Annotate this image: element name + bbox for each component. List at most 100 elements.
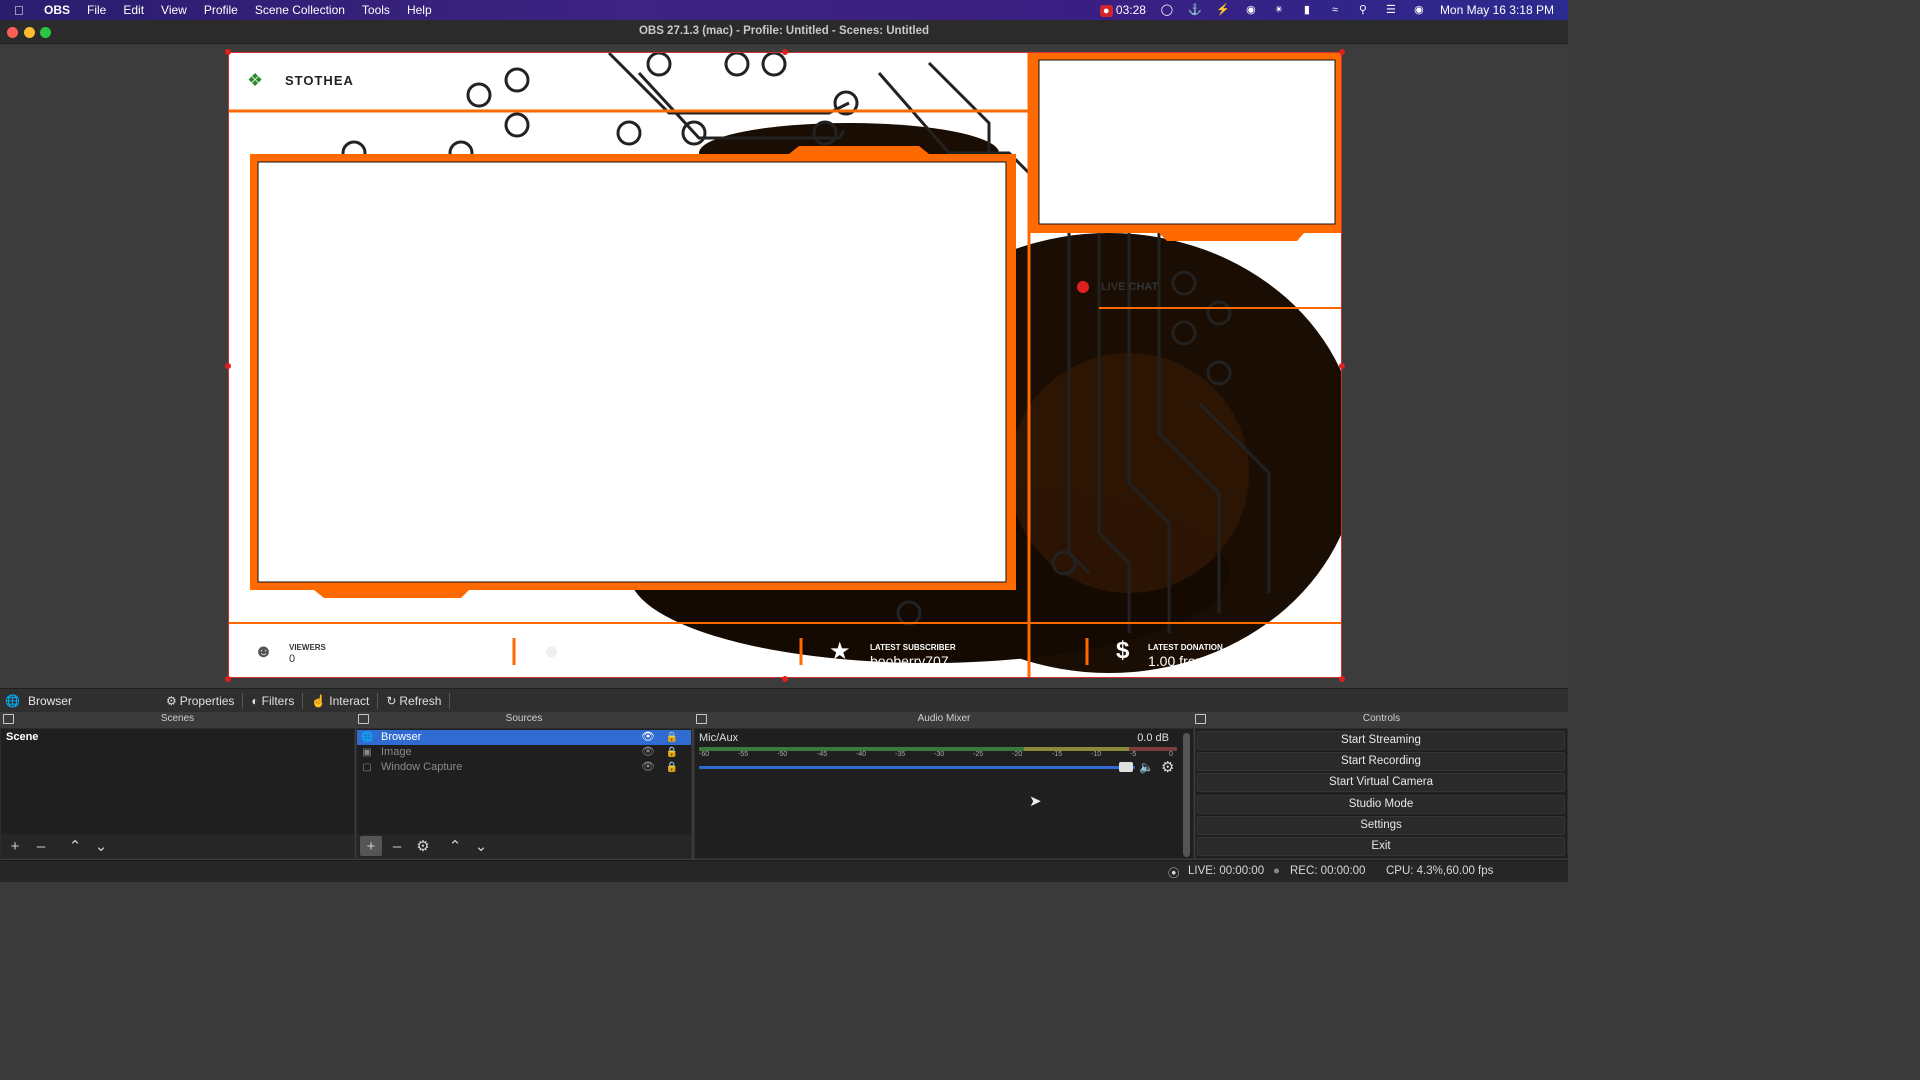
visibility-eye-icon[interactable]: 👁 [641, 730, 655, 745]
add-scene-button[interactable]: + [4, 836, 26, 856]
menu-tools[interactable]: Tools [362, 3, 390, 17]
move-source-up-button[interactable]: ⌃ [444, 836, 466, 856]
lock-icon[interactable]: 🔒 [666, 730, 678, 745]
meter-tick-label: -40 [856, 751, 867, 758]
wifi-icon[interactable]: ≈ [1328, 4, 1342, 16]
muted-speaker-icon[interactable]: 🔈 [1139, 760, 1154, 774]
menu-scene-collection[interactable]: Scene Collection [255, 3, 345, 17]
resize-handle[interactable] [225, 676, 231, 682]
audio-scrollbar[interactable] [1183, 733, 1190, 857]
source-row-browser[interactable]: 🌐 Browser 👁 🔒 [357, 730, 691, 745]
bluetooth-icon[interactable]: ✴ [1272, 4, 1286, 16]
siri-icon[interactable]: ◉ [1412, 4, 1426, 16]
add-source-button[interactable]: + [360, 836, 382, 856]
meter-tick-label: -35 [895, 751, 906, 758]
resize-handle[interactable] [1339, 676, 1345, 682]
battery-icon[interactable]: ▮ [1300, 4, 1314, 16]
studio-mode-button[interactable]: Studio Mode [1197, 795, 1565, 814]
volume-slider-handle[interactable] [1119, 762, 1133, 772]
scenes-dock: Scene + – ⌃ ⌄ [0, 728, 355, 859]
live-chat-label: LIVE CHAT [1101, 281, 1159, 293]
source-row-window-capture[interactable]: ▢ Window Capture 👁 🔒 [357, 760, 691, 775]
live-icon: ⦿ [1168, 868, 1180, 880]
refresh-button[interactable]: ↻ Refresh [378, 690, 449, 712]
visibility-eye-icon[interactable]: 👁 [641, 745, 655, 760]
current-source-name: Browser [27, 693, 72, 708]
source-name: Window Capture [381, 761, 463, 773]
source-row-image[interactable]: ▣ Image 👁 🔒 [357, 745, 691, 760]
window-icon: ▢ [362, 762, 372, 773]
move-source-down-button[interactable]: ⌄ [470, 836, 492, 856]
mouse-cursor-icon: ➤ [1029, 793, 1042, 810]
start-recording-button[interactable]: Start Recording [1197, 752, 1565, 771]
controls-header: Controls [1362, 713, 1401, 724]
source-name: Image [381, 746, 412, 758]
remove-source-button[interactable]: – [386, 836, 408, 856]
bolt-icon[interactable]: ⚡ [1216, 4, 1230, 16]
menu-help[interactable]: Help [407, 3, 432, 17]
properties-button[interactable]: ⚙ Properties [158, 690, 242, 712]
subscriber-value: booberry707 [870, 653, 949, 669]
record-icon: ● [1099, 5, 1113, 17]
divider [449, 692, 451, 709]
source-properties-button[interactable]: ⚙ [412, 836, 434, 856]
meter-tick-label: -15 [1052, 751, 1063, 758]
obs-status-icon[interactable]: ◯ [1160, 4, 1174, 16]
preview-area[interactable]: ❖ STOTHEA LIVE CHAT ☻ VIEWERS 0 ☻ LATEST… [0, 45, 1568, 688]
resize-handle[interactable] [225, 363, 231, 369]
window-titlebar: OBS 27.1.3 (mac) - Profile: Untitled - S… [0, 20, 1568, 44]
viewers-value: 0 [289, 653, 296, 665]
menu-profile[interactable]: Profile [204, 3, 238, 17]
pointer-icon: ☝ [311, 693, 327, 708]
apple-menu-icon[interactable]:  [14, 3, 32, 18]
control-center-icon[interactable]: ☰ [1384, 4, 1398, 16]
resize-handle[interactable] [782, 49, 788, 55]
lock-icon[interactable]: 🔒 [666, 760, 678, 775]
search-icon[interactable]: ⚲ [1356, 4, 1370, 16]
lock-icon[interactable]: 🔒 [666, 745, 678, 760]
docker-icon[interactable]: ⚓ [1188, 4, 1202, 16]
dollar-icon: $ [1116, 637, 1130, 664]
move-scene-up-button[interactable]: ⌃ [64, 836, 86, 856]
filters-button[interactable]: ◐ Filters [243, 690, 302, 712]
menu-edit[interactable]: Edit [123, 3, 144, 17]
scenes-header: Scenes [160, 713, 195, 724]
subscriber-label: LATEST SUBSCRIBER [870, 643, 956, 652]
menu-app-name[interactable]: OBS [44, 3, 70, 17]
meter-tick-label: -50 [777, 751, 788, 758]
resize-handle[interactable] [225, 49, 231, 55]
source-name: Browser [381, 731, 422, 743]
interact-button[interactable]: ☝ Interact [303, 690, 377, 712]
audio-settings-gear-icon[interactable]: ⚙ [1161, 758, 1174, 776]
stream-overlay-canvas[interactable]: ❖ STOTHEA LIVE CHAT ☻ VIEWERS 0 ☻ LATEST… [228, 52, 1342, 678]
move-scene-down-button[interactable]: ⌄ [90, 836, 112, 856]
scene-item[interactable]: Scene [1, 730, 354, 745]
remove-scene-button[interactable]: – [30, 836, 52, 856]
start-virtual-camera-button[interactable]: Start Virtual Camera [1197, 773, 1565, 792]
live-status: LIVE: 00:00:00 [1188, 865, 1265, 877]
media-icon[interactable]: ◉ [1244, 4, 1258, 16]
start-streaming-button[interactable]: Start Streaming [1197, 731, 1565, 750]
status-bar: ⦿ LIVE: 00:00:00 ● REC: 00:00:00 CPU: 4.… [0, 860, 1568, 882]
interact-label: Interact [329, 693, 370, 708]
recording-time: 03:28 [1115, 3, 1146, 17]
menu-clock[interactable]: Mon May 16 3:18 PM [1440, 3, 1554, 17]
meter-tick-label: -55 [738, 751, 749, 758]
menu-bar:  OBS File Edit View Profile Scene Colle… [0, 0, 1568, 20]
menu-file[interactable]: File [87, 3, 106, 17]
resize-handle[interactable] [1339, 363, 1345, 369]
visibility-eye-icon[interactable]: 👁 [641, 760, 655, 775]
volume-slider[interactable] [699, 766, 1135, 769]
brand-logo-icon: ❖ [247, 70, 264, 90]
resize-handle[interactable] [782, 676, 788, 682]
recording-indicator[interactable]: ● 03:28 [1099, 3, 1146, 17]
menu-view[interactable]: View [161, 3, 187, 17]
refresh-label: Refresh [399, 693, 442, 708]
follower-value: short_mixer [589, 653, 663, 669]
image-icon: ▣ [362, 747, 372, 758]
resize-handle[interactable] [1339, 49, 1345, 55]
exit-button[interactable]: Exit [1197, 837, 1565, 856]
cpu-status: CPU: 4.3%,60.00 fps [1386, 865, 1494, 877]
window-title: OBS 27.1.3 (mac) - Profile: Untitled - S… [638, 25, 930, 37]
settings-button[interactable]: Settings [1197, 816, 1565, 835]
